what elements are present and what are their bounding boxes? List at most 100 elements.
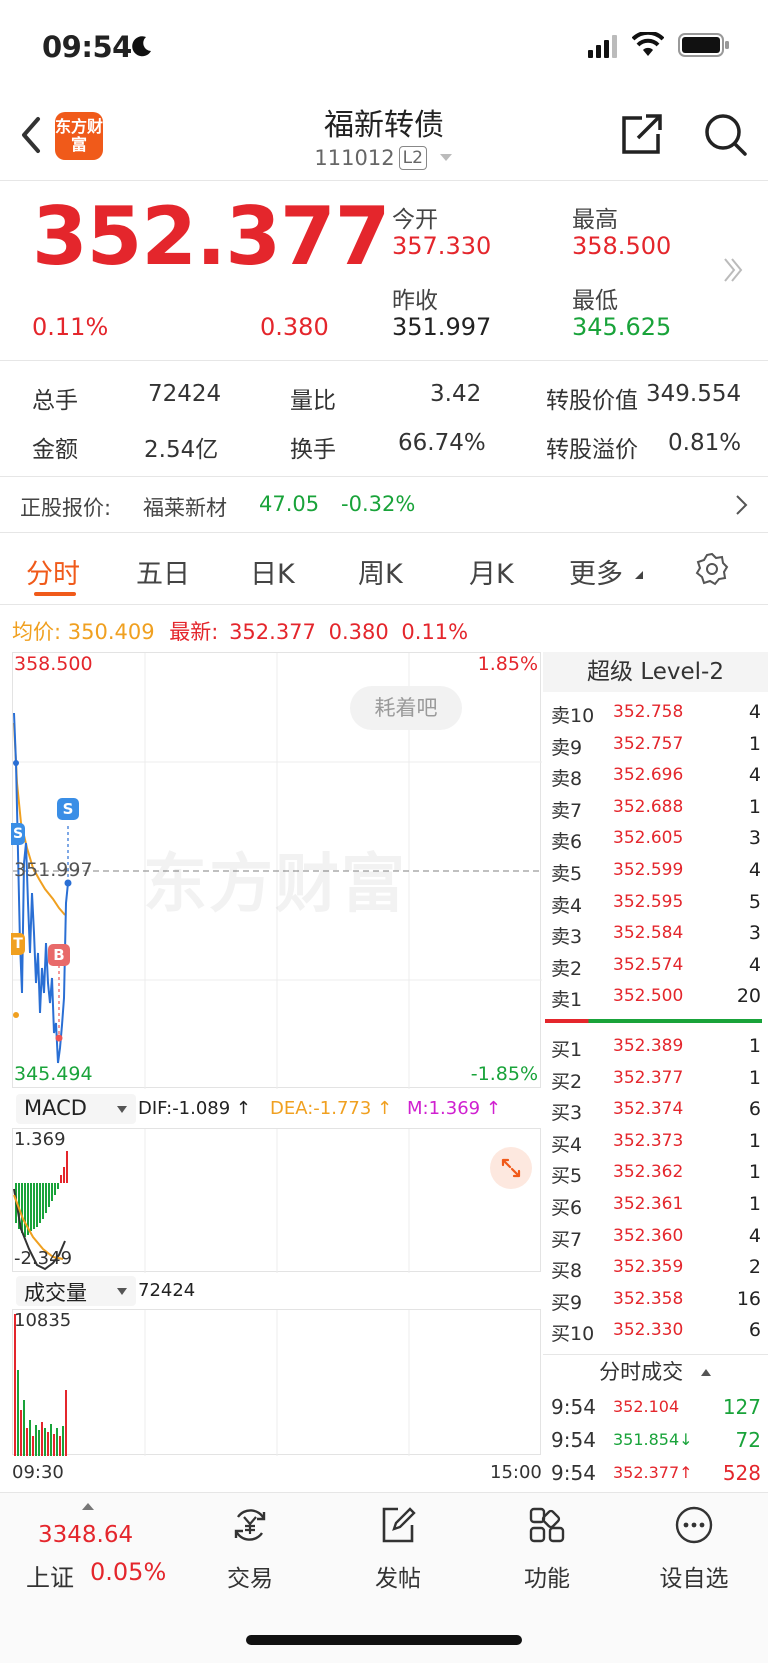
divider [0, 604, 768, 605]
vol-ratio-value: 3.42 [430, 381, 482, 407]
volume-value: 72424 [148, 381, 222, 407]
sell-marker[interactable]: S [57, 798, 79, 820]
bid-row[interactable]: 买5 352.362 1 [545, 1157, 761, 1188]
tab-active-indicator [34, 592, 76, 596]
ask-row-price: 352.599 [613, 860, 684, 880]
chart-bottom-price: 345.494 [14, 1063, 93, 1085]
underlying-row[interactable]: 正股报价: 福莱新材 47.05 -0.32% [0, 478, 768, 530]
ask-row-label: 卖3 [551, 926, 583, 949]
fullscreen-button[interactable] [490, 1147, 532, 1189]
nav-functions[interactable]: 功能 [487, 1505, 607, 1593]
volume-selector[interactable]: 成交量 [16, 1276, 136, 1306]
chart-bottom-pct: -1.85% [470, 1063, 538, 1085]
price-chart[interactable]: 358.500 1.85% 351.997 345.494 -1.85% 东方财… [11, 652, 542, 1089]
ask-row-price: 352.595 [613, 891, 684, 912]
ask-row[interactable]: 卖6 352.605 3 [545, 823, 761, 854]
bid-row[interactable]: 买6 352.361 1 [545, 1189, 761, 1220]
ask-row[interactable]: 卖5 352.599 4 [545, 855, 761, 886]
bid-row[interactable]: 买10 352.330 6 [545, 1315, 761, 1346]
macd-selector[interactable]: MACD [16, 1094, 136, 1124]
tab-more[interactable]: 更多 [569, 552, 623, 591]
ask-row-qty: 4 [748, 953, 761, 976]
macd-dea: DEA:-1.773 ↑ [270, 1098, 393, 1119]
bid-row-qty: 1 [748, 1161, 761, 1184]
bid-row[interactable]: 买2 352.377 1 [545, 1063, 761, 1094]
bid-row-price: 352.362 [613, 1162, 684, 1183]
index-name[interactable]: 上证 [26, 1558, 74, 1593]
ask-row[interactable]: 卖7 352.688 1 [545, 792, 761, 823]
volume-selector-label: 成交量 [24, 1281, 87, 1305]
ask-row-label: 卖4 [551, 894, 583, 917]
conv-value-label: 转股价值 [546, 388, 638, 414]
tick-price: 352.377↑ [613, 1463, 693, 1482]
expand-chevron-icon[interactable] [722, 255, 744, 285]
bid-row-label: 买10 [551, 1323, 595, 1346]
tab-weekly-k[interactable]: 周K [358, 552, 403, 591]
ask-row[interactable]: 卖4 352.595 5 [545, 887, 761, 918]
bid-row[interactable]: 买1 352.389 1 [545, 1031, 761, 1062]
comment-bubble[interactable]: 耗着吧 [350, 686, 462, 730]
ask-row[interactable]: 卖3 352.584 3 [545, 918, 761, 949]
underlying-change: -0.32% [341, 492, 416, 516]
volume-chart[interactable]: 10835 [12, 1309, 541, 1456]
bid-row[interactable]: 买9 352.358 16 [545, 1284, 761, 1315]
order-book-title[interactable]: 超级 Level-2 [543, 652, 768, 692]
tick-time: 9:54 [551, 1461, 596, 1485]
bid-row-label: 买3 [551, 1102, 583, 1125]
bid-row-label: 买1 [551, 1039, 583, 1061]
nav-post[interactable]: 发帖 [338, 1505, 458, 1593]
high-label: 最高 [572, 207, 618, 233]
ask-row[interactable]: 卖8 352.696 4 [545, 760, 761, 791]
change-amount: 0.380 [260, 313, 329, 341]
ask-row[interactable]: 卖1 352.500 20 [545, 981, 761, 1012]
tick-price: 352.104 [613, 1397, 680, 1416]
divider [0, 360, 768, 361]
tick-row: 9:54 351.854↓ 72 [545, 1425, 761, 1457]
latest-change: 0.380 [328, 620, 389, 644]
ask-row-qty: 4 [748, 701, 761, 723]
bid-row[interactable]: 买3 352.374 6 [545, 1094, 761, 1125]
ask-row[interactable]: 卖2 352.574 4 [545, 950, 761, 981]
index-change[interactable]: 0.05% [90, 1558, 166, 1586]
latest-value: 352.377 [229, 620, 316, 644]
ask-row-label: 卖10 [551, 705, 595, 727]
ask-row-price: 352.574 [613, 954, 684, 975]
bid-row-price: 352.374 [613, 1099, 684, 1120]
tab-intraday[interactable]: 分时 [26, 552, 80, 591]
nav-add-watchlist-label: 设自选 [659, 1566, 729, 1592]
conv-value: 349.554 [646, 381, 742, 407]
bid-row-qty: 16 [736, 1287, 761, 1310]
trade-marker-edge[interactable]: T [11, 933, 25, 955]
tab-monthly-k[interactable]: 月K [469, 552, 514, 591]
index-value[interactable]: 3348.64 [38, 1522, 133, 1548]
macd-chart[interactable]: 1.369 -2.349 [12, 1128, 541, 1273]
tab-daily-k[interactable]: 日K [250, 552, 295, 591]
bid-row[interactable]: 买8 352.359 2 [545, 1252, 761, 1283]
share-icon[interactable] [620, 112, 664, 156]
ask-row-label: 卖9 [551, 736, 583, 759]
buy-marker[interactable]: B [48, 944, 70, 966]
sell-marker-edge[interactable]: S [11, 823, 25, 845]
volume-panel-value: 72424 [138, 1280, 196, 1301]
expand-arrows-icon [501, 1158, 521, 1178]
divider [0, 180, 768, 181]
macd-bottom: -2.349 [14, 1248, 73, 1269]
settings-gear-icon[interactable] [695, 552, 729, 586]
volume-header: 成交量 72424 [12, 1274, 541, 1308]
last-price: 352.377 [32, 190, 390, 283]
bid-row-price: 352.358 [613, 1288, 684, 1309]
nav-trade[interactable]: 交易 [190, 1505, 310, 1593]
battery-icon [678, 33, 729, 57]
search-icon[interactable] [703, 112, 749, 158]
ticks-header[interactable]: 分时成交 [543, 1354, 768, 1388]
bid-row[interactable]: 买7 352.360 4 [545, 1221, 761, 1252]
ask-row[interactable]: 卖10 352.758 4 [545, 697, 761, 728]
tab-five-day[interactable]: 五日 [136, 552, 190, 591]
bid-row-price: 352.373 [613, 1130, 684, 1151]
bid-row[interactable]: 买4 352.373 1 [545, 1126, 761, 1157]
nav-add-watchlist[interactable]: 设自选 [634, 1505, 754, 1593]
ask-row-label: 卖6 [551, 831, 583, 854]
caret-up-icon [700, 1369, 711, 1376]
ask-row[interactable]: 卖9 352.757 1 [545, 729, 761, 760]
vol-ratio-label: 量比 [290, 388, 336, 414]
